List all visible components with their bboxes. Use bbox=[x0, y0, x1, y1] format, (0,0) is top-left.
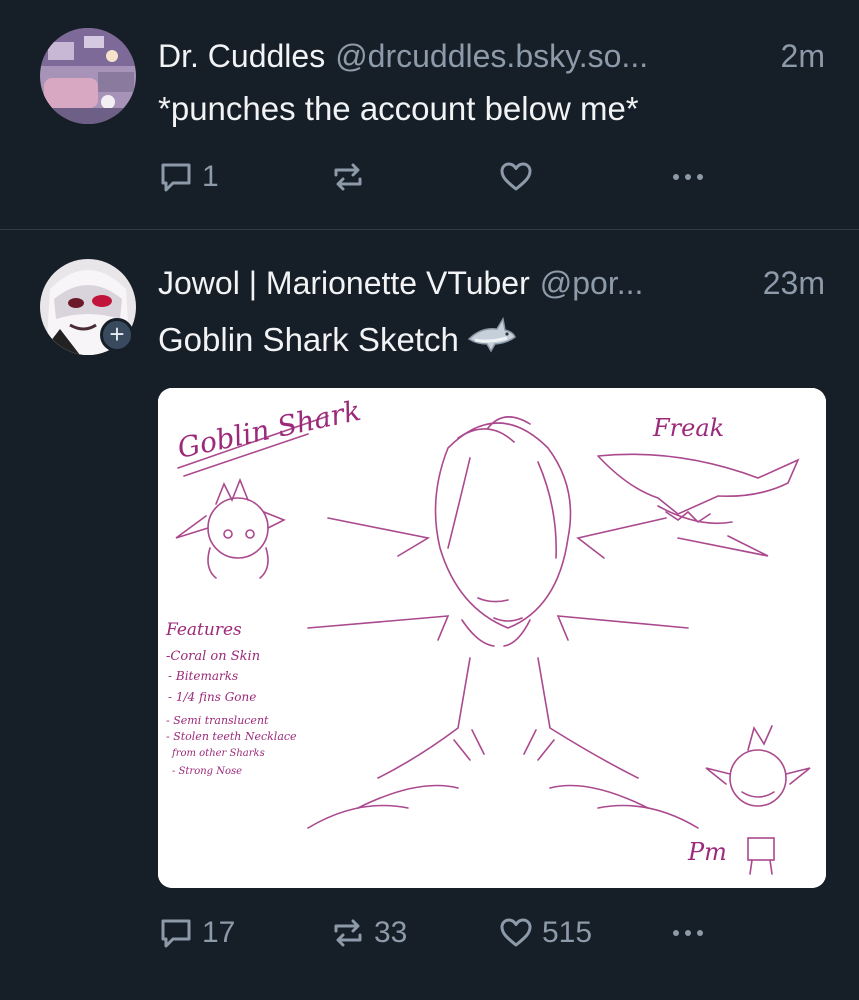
post-actions: 1 bbox=[158, 155, 718, 199]
more-icon bbox=[668, 159, 708, 195]
sketch-feature: - Stolen teeth Necklace bbox=[166, 730, 297, 743]
reply-icon bbox=[158, 159, 194, 195]
post-actions: 17 33 515 bbox=[158, 911, 718, 955]
reply-button[interactable]: 1 bbox=[158, 155, 219, 199]
reply-icon bbox=[158, 915, 194, 951]
author-name[interactable]: Jowol | Marionette VTuber bbox=[158, 263, 530, 303]
author-name[interactable]: Dr. Cuddles bbox=[158, 36, 325, 76]
sketch-feature: -Coral on Skin bbox=[166, 649, 260, 664]
post[interactable]: + Jowol | Marionette VTuber @por... 23m … bbox=[0, 231, 859, 1000]
sketch-feature: - Strong Nose bbox=[172, 766, 242, 777]
more-icon bbox=[668, 915, 708, 951]
post-text-content: Goblin Shark Sketch bbox=[158, 321, 459, 358]
author-handle[interactable]: @drcuddles.bsky.so... bbox=[335, 36, 768, 76]
like-count: 515 bbox=[542, 916, 593, 949]
author-handle[interactable]: @por... bbox=[540, 263, 751, 303]
more-button[interactable] bbox=[668, 911, 708, 955]
avatar[interactable] bbox=[40, 28, 136, 124]
post-text: Goblin Shark Sketch bbox=[158, 316, 517, 366]
post-image[interactable]: Goblin Shark Freak Features -Coral on Sk… bbox=[158, 388, 826, 888]
like-button[interactable] bbox=[498, 155, 534, 199]
sketch-feature: - Semi translucent bbox=[166, 714, 269, 727]
timestamp[interactable]: 23m bbox=[763, 263, 825, 303]
reply-button[interactable]: 17 bbox=[158, 911, 235, 955]
repost-button[interactable] bbox=[330, 155, 366, 199]
sketch-feature: - Bitemarks bbox=[168, 669, 238, 683]
shark-emoji-icon bbox=[467, 316, 517, 366]
post-header: Jowol | Marionette VTuber @por... 23m bbox=[158, 263, 825, 303]
sketch-freak-label: Freak bbox=[652, 414, 724, 442]
repost-button[interactable]: 33 bbox=[330, 911, 407, 955]
more-button[interactable] bbox=[668, 155, 708, 199]
post-text: *punches the account below me* bbox=[158, 90, 639, 127]
feed: Dr. Cuddles @drcuddles.bsky.so... 2m *pu… bbox=[0, 0, 859, 1000]
heart-icon bbox=[498, 915, 534, 951]
post-header: Dr. Cuddles @drcuddles.bsky.so... 2m bbox=[158, 36, 825, 76]
sketch-features-heading: Features bbox=[165, 620, 242, 640]
reply-count: 17 bbox=[202, 916, 236, 949]
repost-count: 33 bbox=[374, 916, 408, 949]
reply-count: 1 bbox=[202, 160, 219, 193]
plus-icon: + bbox=[109, 319, 125, 349]
repost-icon bbox=[330, 915, 366, 951]
post[interactable]: Dr. Cuddles @drcuddles.bsky.so... 2m *pu… bbox=[0, 0, 859, 230]
timestamp[interactable]: 2m bbox=[781, 36, 825, 76]
heart-icon bbox=[498, 159, 534, 195]
repost-icon bbox=[330, 159, 366, 195]
sketch-signature: Pm bbox=[687, 838, 727, 866]
sketch-feature: - 1/4 fins Gone bbox=[168, 690, 256, 704]
follow-button[interactable]: + bbox=[100, 318, 134, 352]
like-button[interactable]: 515 bbox=[498, 911, 592, 955]
sketch-feature: from other Sharks bbox=[171, 748, 265, 759]
